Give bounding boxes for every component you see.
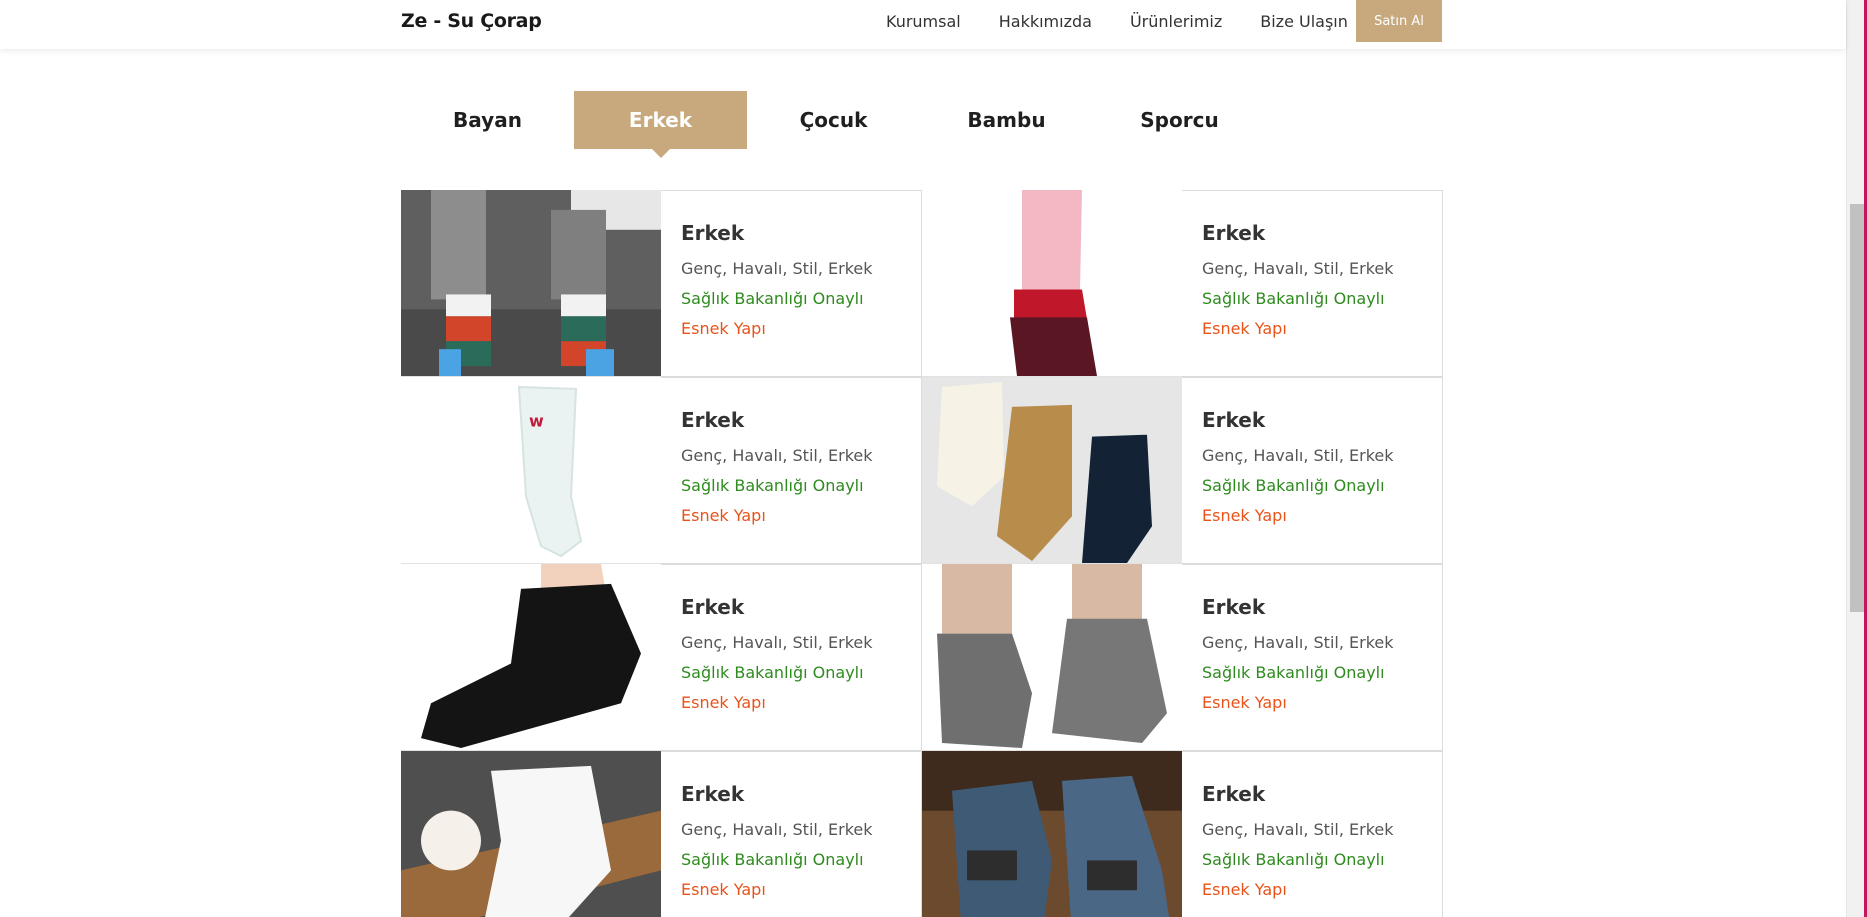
flex-structure-badge: Esnek Yapı <box>681 880 766 899</box>
flex-structure-badge: Esnek Yapı <box>681 693 766 712</box>
flex-structure-badge: Esnek Yapı <box>681 319 766 338</box>
main-nav: Kurumsal Hakkımızda Ürünlerimiz Bize Ula… <box>886 12 1386 31</box>
product-image-white-crew-sock[interactable]: w <box>401 377 661 564</box>
product-title[interactable]: Erkek <box>1202 221 1442 245</box>
flex-structure-badge: Esnek Yapı <box>1202 880 1287 899</box>
category-tabs: Bayan Erkek Çocuk Bambu Sporcu <box>401 91 1266 158</box>
tab-bayan[interactable]: Bayan <box>401 91 574 149</box>
product-description: Genç, Havalı, Stil, Erkek <box>1202 820 1394 839</box>
tab-cocuk[interactable]: Çocuk <box>747 91 920 149</box>
product-info: Erkek Genç, Havalı, Stil, Erkek Sağlık B… <box>1182 751 1443 917</box>
health-approval-badge: Sağlık Bakanlığı Onaylı <box>681 850 864 869</box>
health-approval-badge: Sağlık Bakanlığı Onaylı <box>1202 663 1385 682</box>
buy-button[interactable]: Satın Al <box>1356 0 1442 42</box>
product-image-three-colored-socks[interactable] <box>922 377 1182 564</box>
product-title[interactable]: Erkek <box>681 408 921 432</box>
product-info: Erkek Genç, Havalı, Stil, Erkek Sağlık B… <box>1182 377 1443 564</box>
product-info: Erkek Genç, Havalı, Stil, Erkek Sağlık B… <box>661 190 922 377</box>
flex-structure-badge: Esnek Yapı <box>1202 693 1287 712</box>
product-title[interactable]: Erkek <box>681 782 921 806</box>
health-approval-badge: Sağlık Bakanlığı Onaylı <box>1202 850 1385 869</box>
product-image-blue-sport-sock[interactable] <box>922 751 1182 917</box>
product-description: Genç, Havalı, Stil, Erkek <box>1202 633 1394 652</box>
product-title[interactable]: Erkek <box>681 595 921 619</box>
product-title[interactable]: Erkek <box>1202 782 1442 806</box>
product-description: Genç, Havalı, Stil, Erkek <box>681 446 873 465</box>
product-image-red-ankle-sock[interactable] <box>922 190 1182 377</box>
svg-text:w: w <box>529 412 544 431</box>
flex-structure-badge: Esnek Yapı <box>681 506 766 525</box>
product-info: Erkek Genç, Havalı, Stil, Erkek Sağlık B… <box>1182 190 1443 377</box>
brand-logo[interactable]: Ze - Su Çorap <box>401 10 542 32</box>
product-info: Erkek Genç, Havalı, Stil, Erkek Sağlık B… <box>661 564 922 751</box>
nav-link-urunlerimiz[interactable]: Ürünlerimiz <box>1130 12 1222 31</box>
health-approval-badge: Sağlık Bakanlığı Onaylı <box>681 476 864 495</box>
nav-link-kurumsal[interactable]: Kurumsal <box>886 12 961 31</box>
product-title[interactable]: Erkek <box>1202 595 1442 619</box>
health-approval-badge: Sağlık Bakanlığı Onaylı <box>1202 289 1385 308</box>
scrollbar-thumb[interactable] <box>1850 204 1865 612</box>
product-image-black-low-cut-sock[interactable] <box>401 564 661 751</box>
tab-sporcu[interactable]: Sporcu <box>1093 91 1266 149</box>
product-info: Erkek Genç, Havalı, Stil, Erkek Sağlık B… <box>661 751 922 917</box>
health-approval-badge: Sağlık Bakanlığı Onaylı <box>681 663 864 682</box>
product-grid: Erkek Genç, Havalı, Stil, Erkek Sağlık B… <box>401 190 1443 917</box>
product-description: Genç, Havalı, Stil, Erkek <box>681 633 873 652</box>
product-title[interactable]: Erkek <box>681 221 921 245</box>
site-header: Ze - Su Çorap Kurumsal Hakkımızda Ürünle… <box>0 0 1846 49</box>
product-description: Genç, Havalı, Stil, Erkek <box>1202 259 1394 278</box>
flex-structure-badge: Esnek Yapı <box>1202 319 1287 338</box>
product-description: Genç, Havalı, Stil, Erkek <box>1202 446 1394 465</box>
product-info: Erkek Genç, Havalı, Stil, Erkek Sağlık B… <box>661 377 922 564</box>
nav-link-bize-ulasin[interactable]: Bize Ulaşın <box>1260 12 1348 31</box>
product-description: Genç, Havalı, Stil, Erkek <box>681 259 873 278</box>
product-title[interactable]: Erkek <box>1202 408 1442 432</box>
product-image-white-ankle-sock[interactable] <box>401 751 661 917</box>
tab-erkek[interactable]: Erkek <box>574 91 747 158</box>
nav-link-hakkimizda[interactable]: Hakkımızda <box>999 12 1092 31</box>
tab-bambu[interactable]: Bambu <box>920 91 1093 149</box>
health-approval-badge: Sağlık Bakanlığı Onaylı <box>681 289 864 308</box>
product-description: Genç, Havalı, Stil, Erkek <box>681 820 873 839</box>
product-image-colorful-striped-socks[interactable] <box>401 190 661 377</box>
product-image-grey-grip-socks[interactable] <box>922 564 1182 751</box>
health-approval-badge: Sağlık Bakanlığı Onaylı <box>1202 476 1385 495</box>
flex-structure-badge: Esnek Yapı <box>1202 506 1287 525</box>
product-info: Erkek Genç, Havalı, Stil, Erkek Sağlık B… <box>1182 564 1443 751</box>
